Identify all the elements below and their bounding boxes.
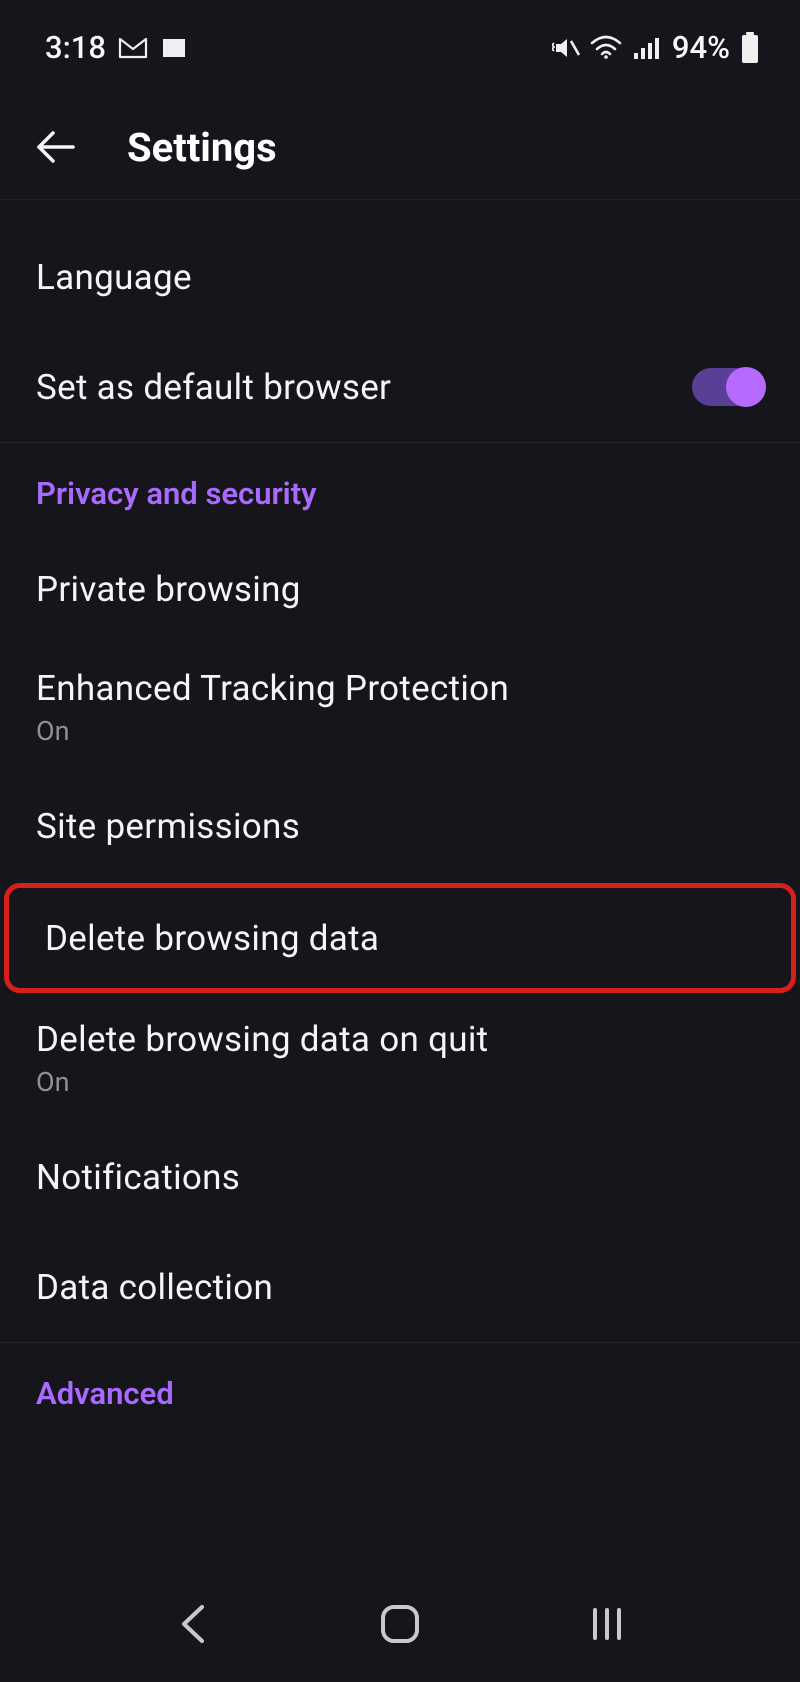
home-square-icon	[377, 1601, 423, 1647]
section-privacy-security: Privacy and security	[0, 442, 800, 534]
row-label: Set as default browser	[36, 367, 391, 408]
recent-apps-icon	[587, 1604, 627, 1644]
row-notifications[interactable]: Notifications	[0, 1122, 800, 1232]
row-subtitle: On	[36, 1066, 488, 1098]
row-label: Site permissions	[36, 806, 300, 847]
row-delete-browsing-data-on-quit[interactable]: Delete browsing data on quit On	[0, 995, 800, 1122]
row-site-permissions[interactable]: Site permissions	[0, 771, 800, 881]
screenshot-notification-icon	[160, 36, 188, 60]
row-private-browsing[interactable]: Private browsing	[0, 534, 800, 644]
vibrate-mute-icon	[552, 35, 580, 61]
gmail-notification-icon	[118, 37, 148, 59]
row-label: Data collection	[36, 1267, 273, 1308]
nav-recent-button[interactable]	[572, 1589, 642, 1659]
row-label: Language	[36, 257, 192, 298]
cell-signal-icon	[632, 36, 662, 60]
row-subtitle: On	[36, 715, 509, 747]
back-button[interactable]	[30, 121, 82, 173]
row-delete-browsing-data[interactable]: Delete browsing data	[4, 883, 796, 993]
app-header: Settings	[0, 95, 800, 200]
settings-content: Language Set as default browser Privacy …	[0, 200, 800, 1577]
battery-icon	[740, 32, 760, 64]
row-label: Delete browsing data on quit	[36, 1019, 488, 1060]
nav-back-button[interactable]	[158, 1589, 228, 1659]
default-browser-toggle[interactable]	[692, 368, 764, 406]
battery-percent: 94%	[672, 29, 730, 66]
row-label: Delete browsing data	[45, 918, 379, 959]
status-bar-left: 3:18	[45, 29, 188, 66]
row-label: Notifications	[36, 1157, 240, 1198]
row-language[interactable]: Language	[0, 222, 800, 332]
row-enhanced-tracking-protection[interactable]: Enhanced Tracking Protection On	[0, 644, 800, 771]
row-label: Enhanced Tracking Protection	[36, 668, 509, 709]
status-bar: 3:18 94%	[0, 0, 800, 95]
nav-home-button[interactable]	[365, 1589, 435, 1659]
toggle-thumb-icon	[726, 367, 766, 407]
page-title: Settings	[127, 124, 277, 171]
section-advanced: Advanced	[0, 1342, 800, 1418]
chevron-left-icon	[176, 1601, 210, 1647]
row-label: Private browsing	[36, 569, 301, 610]
row-set-default-browser[interactable]: Set as default browser	[0, 332, 800, 442]
row-data-collection[interactable]: Data collection	[0, 1232, 800, 1342]
back-arrow-icon	[33, 124, 79, 170]
wifi-icon	[590, 35, 622, 61]
android-nav-bar	[0, 1577, 800, 1682]
status-bar-right: 94%	[552, 29, 760, 66]
status-time: 3:18	[45, 29, 106, 66]
